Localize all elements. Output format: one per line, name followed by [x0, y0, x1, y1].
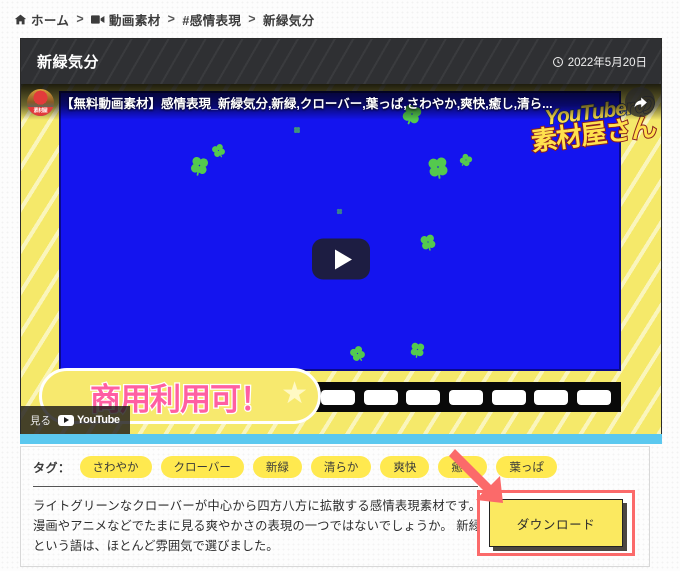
- star-icon: ★: [281, 377, 308, 410]
- clover-icon: [417, 231, 439, 253]
- video-card: 新緑気分 2022年5月20日 商用利用可！ ★ 素材屋さん 素材屋 【無料動画…: [20, 38, 662, 434]
- clover-icon: [408, 340, 427, 359]
- share-icon[interactable]: [625, 87, 655, 117]
- film-hole: [534, 389, 569, 405]
- youtube-top-bar: 素材屋 【無料動画素材】感情表現_新緑気分,新緑,クローバー,葉っぱ,さわやか,…: [21, 84, 661, 120]
- channel-avatar-label: 素材屋: [27, 106, 54, 116]
- description-text: ライトグリーンなクローバーが中心から四方八方に拡散する感情表現素材です。 漫画や…: [33, 499, 481, 553]
- publish-date: 2022年5月20日: [552, 54, 647, 70]
- page-title: 新緑気分: [37, 54, 100, 71]
- video-camera-icon: [91, 14, 105, 25]
- clover-icon: [346, 342, 369, 365]
- film-hole: [491, 389, 526, 405]
- tag-chip[interactable]: クローバー: [160, 456, 244, 478]
- breadcrumb: ホーム > 動画素材 > #感情表現 > 新緑気分: [0, 0, 680, 38]
- film-hole: [406, 389, 441, 405]
- watch-label: 見る: [30, 414, 51, 427]
- tag-chip[interactable]: 葉っぱ: [496, 456, 557, 478]
- breadcrumb-current-label: 新緑気分: [263, 13, 315, 28]
- youtube-label: YouTube: [77, 414, 120, 426]
- film-strip-decoration: [311, 382, 621, 412]
- decorative-blue-band-bottom: [20, 434, 662, 444]
- film-hole: [576, 389, 611, 405]
- play-button[interactable]: [312, 238, 370, 280]
- publish-date-label: 2022年5月20日: [567, 56, 647, 69]
- film-hole: [448, 389, 483, 405]
- clover-icon: [424, 153, 451, 180]
- clover-icon: [293, 126, 301, 134]
- video-player[interactable]: 商用利用可！ ★ YouTuberの 素材屋さん 素材屋 【無料動画素材】感情表…: [21, 84, 661, 434]
- tag-chip[interactable]: さわやか: [79, 456, 152, 478]
- channel-avatar[interactable]: 素材屋: [27, 88, 54, 116]
- film-hole: [363, 389, 398, 405]
- download-highlight-box: ダウンロード: [477, 490, 635, 556]
- clock-icon: [552, 56, 564, 68]
- watch-on-youtube-button[interactable]: 見る YouTube: [21, 406, 130, 434]
- breadcrumb-item-current: 新緑気分: [263, 10, 315, 29]
- thumbnail-blue-stage: [59, 91, 621, 413]
- home-icon: [14, 13, 27, 26]
- clover-icon: [336, 208, 343, 215]
- tag-chip[interactable]: 新緑: [252, 456, 302, 478]
- youtube-play-icon: [58, 414, 74, 426]
- tag-chip[interactable]: 清らか: [310, 456, 372, 478]
- film-hole: [321, 389, 356, 405]
- breadcrumb-item-home[interactable]: ホーム: [14, 10, 69, 29]
- breadcrumb-separator: >: [167, 12, 176, 26]
- tag-chip[interactable]: 癒し: [438, 456, 488, 478]
- clover-icon: [187, 153, 212, 178]
- youtube-play-triangle: [64, 417, 69, 423]
- breadcrumb-home-label: ホーム: [31, 13, 70, 28]
- breadcrumb-item-tag[interactable]: #感情表現: [182, 10, 241, 29]
- breadcrumb-item-category[interactable]: 動画素材: [91, 10, 161, 29]
- tags-row: タグ： さわやか クローバー 新緑 清らか 爽快 癒し 葉っぱ: [21, 447, 649, 486]
- breadcrumb-tag-label: #感情表現: [182, 13, 242, 28]
- video-card-header: 新緑気分 2022年5月20日: [21, 39, 661, 84]
- breadcrumb-separator: >: [76, 12, 85, 26]
- tags-label: タグ：: [33, 460, 71, 475]
- tag-chip[interactable]: 爽快: [380, 456, 430, 478]
- breadcrumb-separator: >: [248, 12, 256, 26]
- breadcrumb-category-label: 動画素材: [109, 13, 161, 28]
- download-button[interactable]: ダウンロード: [489, 499, 623, 547]
- download-button-label: ダウンロード: [516, 517, 596, 532]
- play-triangle-icon: [334, 249, 352, 269]
- info-panel: タグ： さわやか クローバー 新緑 清らか 爽快 癒し 葉っぱ ライトグリーンな…: [20, 446, 650, 567]
- video-title[interactable]: 【無料動画素材】感情表現_新緑気分,新緑,クローバー,葉っぱ,さわやか,爽快,癒…: [61, 93, 618, 112]
- youtube-logo: YouTube: [58, 414, 120, 426]
- clover-icon: [456, 150, 475, 169]
